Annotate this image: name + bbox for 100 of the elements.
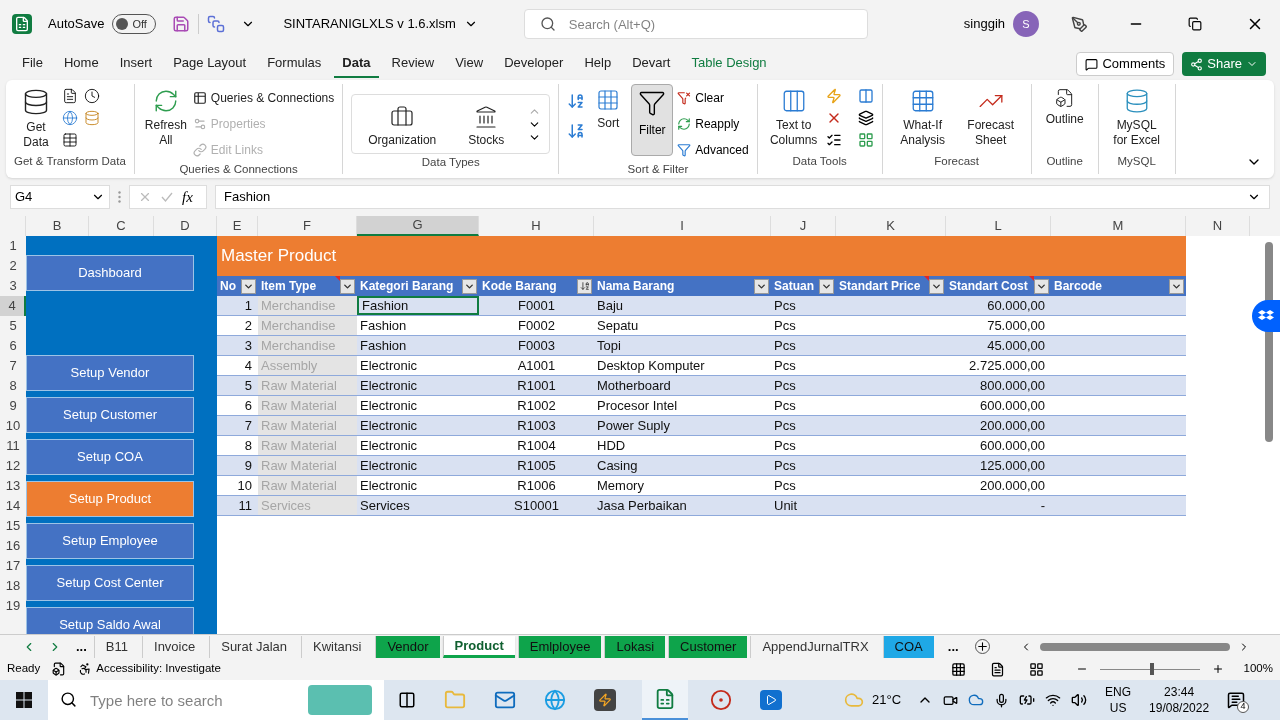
file-icon[interactable] [62, 88, 78, 104]
microphone-icon[interactable] [994, 692, 1010, 708]
formula-input[interactable]: Fashion [215, 185, 1270, 209]
filter-dropdown-button[interactable] [1169, 278, 1184, 294]
menu-tab[interactable]: Formulas [259, 50, 330, 78]
task-view-icon[interactable] [398, 691, 416, 709]
row-header[interactable]: 12 [0, 456, 26, 476]
table-icon[interactable] [62, 132, 78, 148]
filter-dropdown-button[interactable] [754, 278, 769, 294]
menu-tab[interactable]: Review [383, 50, 443, 78]
more-options-icon[interactable] [118, 191, 121, 203]
filter-button[interactable]: Filter [631, 84, 674, 156]
nav-button[interactable]: Setup Employee [26, 523, 194, 559]
sheet-tab[interactable]: Emlployee [517, 635, 602, 658]
sort-filter-button[interactable] [577, 278, 592, 294]
nav-button[interactable]: Setup COA [26, 439, 194, 475]
page-break-icon[interactable] [1028, 661, 1044, 677]
battery-icon[interactable] [1019, 692, 1036, 708]
ribbon-item[interactable]: Queries & Connections [192, 87, 335, 109]
sheet-tab[interactable]: B11 [93, 635, 139, 658]
menu-tab[interactable]: Page Layout [165, 50, 255, 78]
sheet-tab[interactable]: Customer [668, 635, 748, 658]
comments-button[interactable]: Comments [1076, 52, 1175, 76]
app-icon[interactable] [594, 689, 616, 711]
filter-dropdown-button[interactable] [241, 278, 256, 294]
row-header[interactable]: 11 [0, 436, 26, 456]
insert-function-button[interactable]: fx [182, 185, 193, 209]
row-header[interactable]: 1 [0, 236, 26, 256]
sheet-tab[interactable]: Invoice [142, 635, 207, 658]
sheet-tab[interactable]: Lokasi [604, 635, 665, 658]
menu-tab[interactable]: View [447, 50, 492, 78]
spreadsheet-app-icon[interactable] [642, 680, 688, 720]
horizontal-scrollbar[interactable] [1039, 642, 1230, 651]
wifi-icon[interactable] [1045, 692, 1062, 708]
dropbox-badge-icon[interactable] [1252, 300, 1280, 332]
column-header[interactable]: N [1186, 216, 1250, 236]
more-sheets-button[interactable]: ... [72, 636, 91, 657]
data-type-button[interactable]: Organization [360, 100, 445, 148]
mysql-button[interactable]: MySQL for Excel [1106, 84, 1167, 148]
language-indicator[interactable]: ENG US [1105, 684, 1132, 716]
clock-icon[interactable] [84, 88, 100, 104]
row-header[interactable]: 4 [0, 296, 26, 316]
row-header[interactable]: 16 [0, 536, 26, 556]
filter-dropdown-button[interactable] [929, 278, 944, 294]
sort-button[interactable]: Sort [589, 84, 628, 131]
sheet-tab[interactable]: AppendJurnalTRX [750, 635, 880, 658]
mail-icon[interactable] [494, 689, 516, 711]
data-type-button[interactable]: Stocks [456, 100, 517, 148]
volume-icon[interactable] [1071, 692, 1088, 708]
search-field[interactable]: Search (Alt+Q) [523, 9, 868, 39]
row-header[interactable]: 18 [0, 576, 26, 596]
sheet-tab[interactable]: Surat Jalan [209, 635, 298, 658]
check-icon[interactable] [160, 190, 174, 204]
menu-tab[interactable]: Data [334, 50, 379, 78]
restore-icon[interactable] [1188, 17, 1202, 31]
ribbon-item[interactable]: Clear [677, 87, 749, 109]
menu-tab[interactable]: Developer [496, 50, 572, 78]
row-header[interactable]: 3 [0, 276, 26, 296]
outline-button[interactable]: Outline [1039, 84, 1090, 127]
menu-tab[interactable]: Devart [624, 50, 679, 78]
windows-start-icon[interactable] [16, 692, 32, 708]
normal-view-icon[interactable] [950, 661, 966, 677]
media-player-icon[interactable] [760, 690, 782, 710]
row-header[interactable]: 15 [0, 516, 26, 536]
menu-tab[interactable]: Home [55, 50, 107, 78]
active-cell[interactable]: Fashion [357, 296, 479, 315]
row-header[interactable]: 14 [0, 496, 26, 516]
database-icon[interactable] [84, 110, 100, 126]
accessibility-status[interactable]: Accessibility: Investigate [96, 660, 221, 678]
menu-tab[interactable]: File [14, 50, 51, 78]
filter-dropdown-button[interactable] [340, 278, 355, 294]
filter-dropdown-button[interactable] [819, 278, 834, 294]
more-sheets-button[interactable]: ... [943, 636, 963, 657]
weather-temperature[interactable]: 21°C [872, 690, 902, 710]
forecast-button[interactable]: Forecast Sheet [958, 84, 1023, 148]
filename[interactable]: SINTARANIGLXLS v 1.6.xlsm [283, 14, 456, 34]
row-header[interactable]: 8 [0, 376, 26, 396]
filter-dropdown-button[interactable] [462, 278, 477, 294]
get-data-button[interactable]: Get Data [14, 84, 58, 150]
sheet-tab[interactable]: COA [882, 635, 934, 658]
web-icon[interactable] [62, 110, 78, 126]
row-header[interactable]: 19 [0, 596, 26, 616]
sheet-tab[interactable]: Kwitansi [301, 635, 373, 658]
row-header[interactable]: 9 [0, 396, 26, 416]
sort-ascending-icon[interactable] [567, 92, 586, 110]
nav-button[interactable]: Dashboard [26, 255, 194, 291]
accessibility-icon[interactable] [78, 662, 93, 676]
menu-tab[interactable]: Help [576, 50, 620, 78]
row-header[interactable]: 6 [0, 336, 26, 356]
text-to-columns-button[interactable]: Text to Columns [765, 84, 822, 148]
menu-tab[interactable]: Insert [111, 50, 161, 78]
nav-button[interactable]: Setup Cost Center [26, 565, 194, 601]
row-header[interactable]: 5 [0, 316, 26, 336]
sheet-tab[interactable]: Product [442, 635, 515, 658]
clock[interactable]: 23:44 19/08/2022 [1149, 684, 1210, 716]
row-header[interactable]: 13 [0, 476, 26, 496]
nav-button[interactable]: Setup Vendor [26, 355, 194, 391]
save-icon[interactable] [172, 15, 191, 33]
forecast-button[interactable]: What-If Analysis [890, 84, 955, 148]
recorder-icon[interactable] [710, 689, 732, 711]
